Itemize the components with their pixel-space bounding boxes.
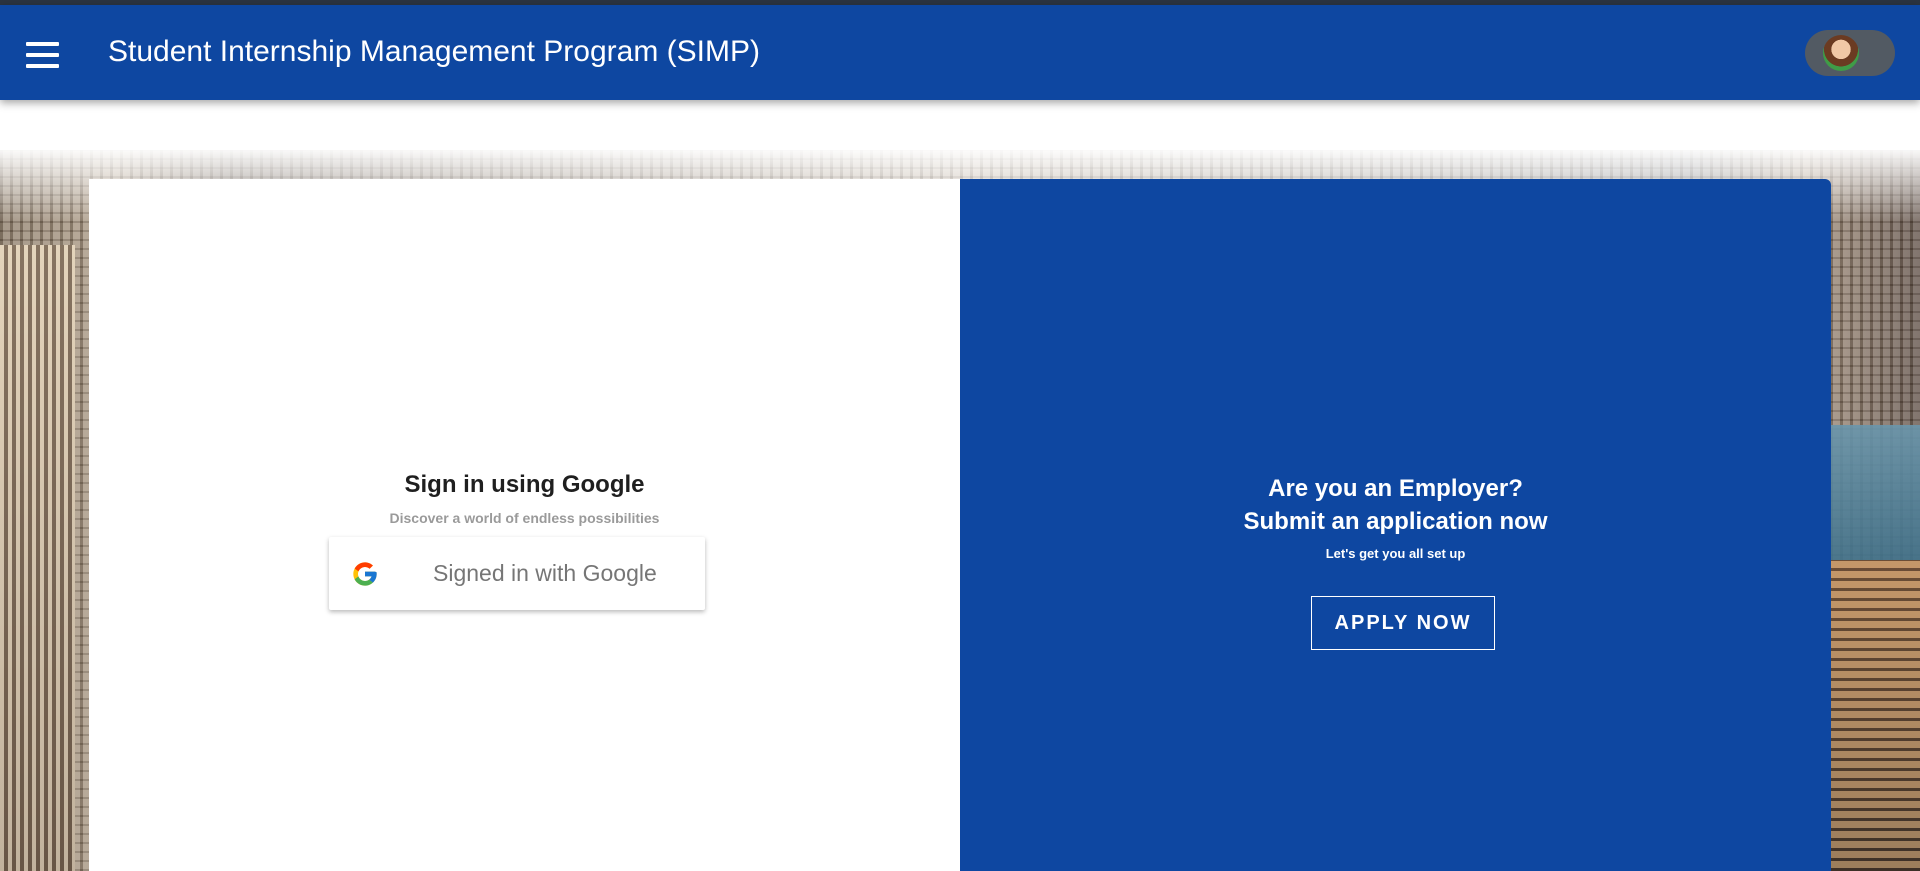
app-bar: Student Internship Management Program (S… — [0, 5, 1920, 100]
signin-title: Sign in using Google — [404, 471, 645, 498]
employer-subtitle: Let's get you all set up — [1325, 546, 1466, 561]
account-button[interactable] — [1805, 30, 1895, 76]
employer-heading-line2: Submit an application now — [1243, 508, 1548, 535]
employer-heading-line1: Are you an Employer? — [1268, 475, 1523, 502]
google-signin-panel: Sign in using Google Discover a world of… — [89, 179, 960, 871]
right-skyscraper — [1830, 560, 1920, 871]
page-title: Student Internship Management Program (S… — [108, 35, 760, 68]
menu-bar-bottom — [26, 64, 59, 68]
signin-subtitle: Discover a world of endless possibilitie… — [389, 510, 660, 526]
google-signin-label: Signed in with Google — [433, 560, 657, 586]
avatar — [1823, 35, 1859, 71]
google-signin-button[interactable]: Signed in with Google — [329, 537, 705, 610]
menu-bar-middle — [26, 53, 59, 57]
left-skyscraper — [0, 245, 75, 871]
menu-bar-top — [26, 42, 59, 46]
apply-now-button[interactable]: APPLY NOW — [1311, 596, 1495, 650]
google-g-icon — [353, 562, 377, 586]
employer-heading: Are you an Employer? Submit an applicati… — [960, 472, 1831, 538]
hamburger-menu-icon[interactable] — [14, 27, 70, 77]
employer-panel: Are you an Employer? Submit an applicati… — [960, 179, 1831, 871]
